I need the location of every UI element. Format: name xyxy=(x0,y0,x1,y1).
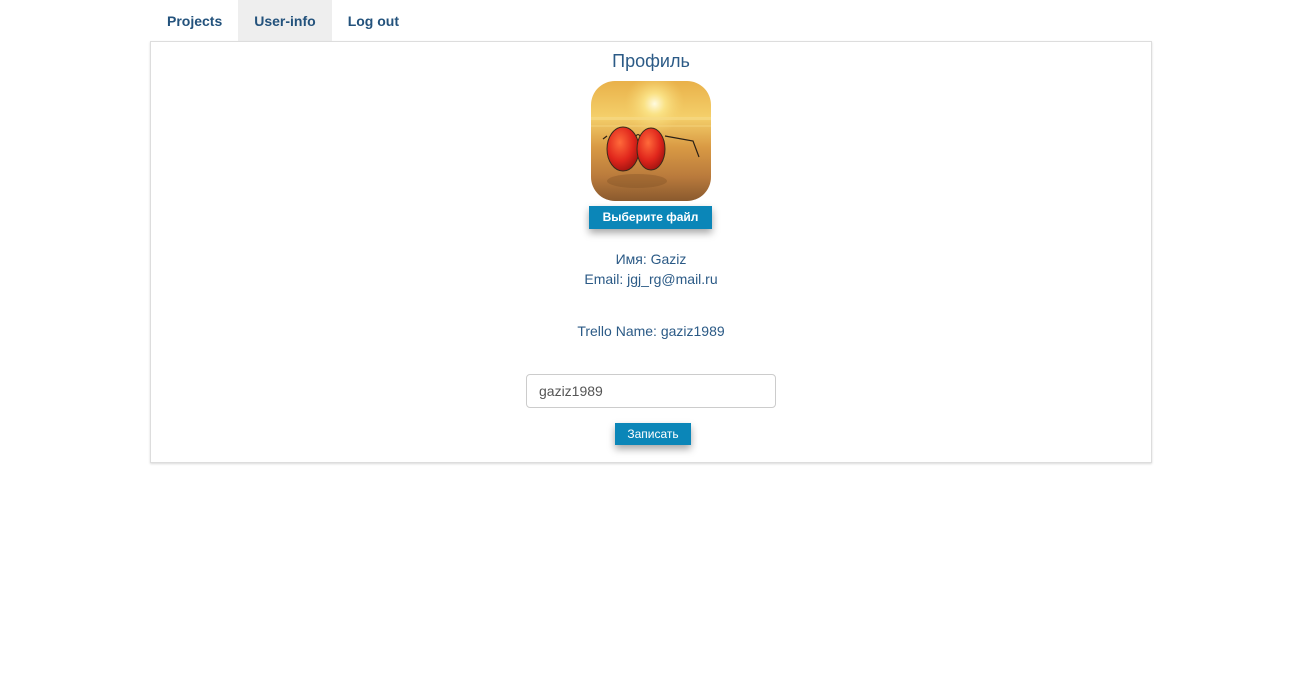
avatar-image xyxy=(591,81,711,201)
page: Projects User-info Log out Профиль Выбер… xyxy=(0,0,1300,677)
user-name-text: Имя: Gaziz xyxy=(615,251,687,267)
avatar xyxy=(591,81,711,201)
trello-name-input[interactable] xyxy=(526,374,776,408)
profile-panel: Профиль Выберите файл Имя: Gaziz Email: … xyxy=(150,41,1152,463)
save-button[interactable]: Записать xyxy=(615,423,691,445)
user-email-text: Email: jgj_rg@mail.ru xyxy=(584,271,718,287)
tab-log-out[interactable]: Log out xyxy=(332,0,415,42)
tab-user-info[interactable]: User-info xyxy=(238,0,332,42)
choose-file-button[interactable]: Выберите файл xyxy=(589,206,712,229)
page-title: Профиль xyxy=(612,51,690,71)
top-nav: Projects User-info Log out xyxy=(151,0,415,42)
trello-name-text: Trello Name: gaziz1989 xyxy=(577,323,725,339)
tab-projects[interactable]: Projects xyxy=(151,0,238,42)
